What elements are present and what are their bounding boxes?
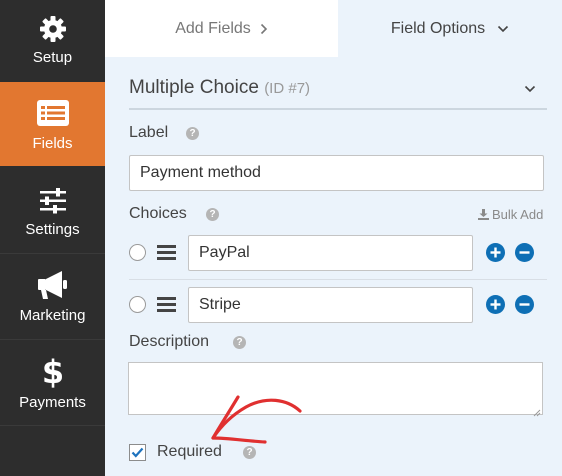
bulk-add-link[interactable]: Bulk Add <box>478 207 543 222</box>
field-type-title: Multiple Choice <box>129 77 259 98</box>
resize-handle-icon[interactable] <box>533 404 541 422</box>
field-title[interactable]: Multiple Choice (ID #7) <box>129 77 310 99</box>
chevron-down-icon <box>497 25 509 33</box>
dollar-icon: $ <box>0 354 105 388</box>
choice-input[interactable]: Stripe <box>188 287 473 323</box>
sidebar-item-label: Fields <box>32 135 73 152</box>
download-icon <box>478 209 489 220</box>
help-icon[interactable]: ? <box>206 208 219 221</box>
remove-choice-button[interactable] <box>515 295 534 314</box>
tab-label: Field Options <box>390 19 486 37</box>
sidebar-item-label: Payments <box>19 394 86 411</box>
add-choice-button[interactable] <box>486 243 505 262</box>
sidebar-item-settings[interactable]: Settings <box>0 168 105 254</box>
megaphone-icon <box>0 268 105 302</box>
checkmark-icon <box>131 447 144 458</box>
choice-default-radio[interactable] <box>129 244 146 261</box>
collapse-chevron-icon[interactable] <box>524 80 536 98</box>
divider <box>129 279 547 280</box>
tab-add-fields[interactable]: Add Fields <box>105 0 338 57</box>
sidebar-item-label: Settings <box>25 221 80 238</box>
sidebar: Setup Fields Settings Marketing $ Paymen… <box>0 0 105 476</box>
sidebar-item-fields[interactable]: Fields <box>0 82 105 166</box>
remove-choice-button[interactable] <box>515 243 534 262</box>
choice-input[interactable]: PayPal <box>188 235 473 271</box>
sidebar-item-label: Marketing <box>19 307 86 324</box>
sidebar-item-marketing[interactable]: Marketing <box>0 254 105 340</box>
help-icon[interactable]: ? <box>233 336 246 349</box>
add-choice-button[interactable] <box>486 295 505 314</box>
label-input[interactable]: Payment method <box>129 155 544 191</box>
choice-default-radio[interactable] <box>129 296 146 313</box>
required-label: Required <box>157 443 222 460</box>
sliders-icon <box>0 184 105 218</box>
field-id: (ID #7) <box>264 80 311 97</box>
label-heading: Label <box>129 124 169 141</box>
bulk-add-label: Bulk Add <box>492 207 544 222</box>
drag-handle-icon[interactable] <box>157 297 176 315</box>
chevron-right-icon <box>260 23 268 35</box>
help-icon[interactable]: ? <box>186 127 199 140</box>
drag-handle-icon[interactable] <box>157 245 176 263</box>
sidebar-item-setup[interactable]: Setup <box>0 0 105 86</box>
tab-label: Add Fields <box>175 19 251 37</box>
divider <box>129 108 547 110</box>
gear-icon <box>0 12 105 46</box>
choices-heading: Choices <box>129 205 187 222</box>
sidebar-item-payments[interactable]: $ Payments <box>0 340 105 426</box>
description-heading: Description <box>129 333 210 350</box>
svg-text:$: $ <box>41 354 63 388</box>
help-icon[interactable]: ? <box>243 446 256 459</box>
required-checkbox[interactable] <box>129 444 146 461</box>
description-textarea[interactable] <box>128 362 543 415</box>
list-icon <box>0 96 105 130</box>
tab-field-options[interactable]: Field Options <box>338 0 562 57</box>
sidebar-item-label: Setup <box>32 49 73 66</box>
